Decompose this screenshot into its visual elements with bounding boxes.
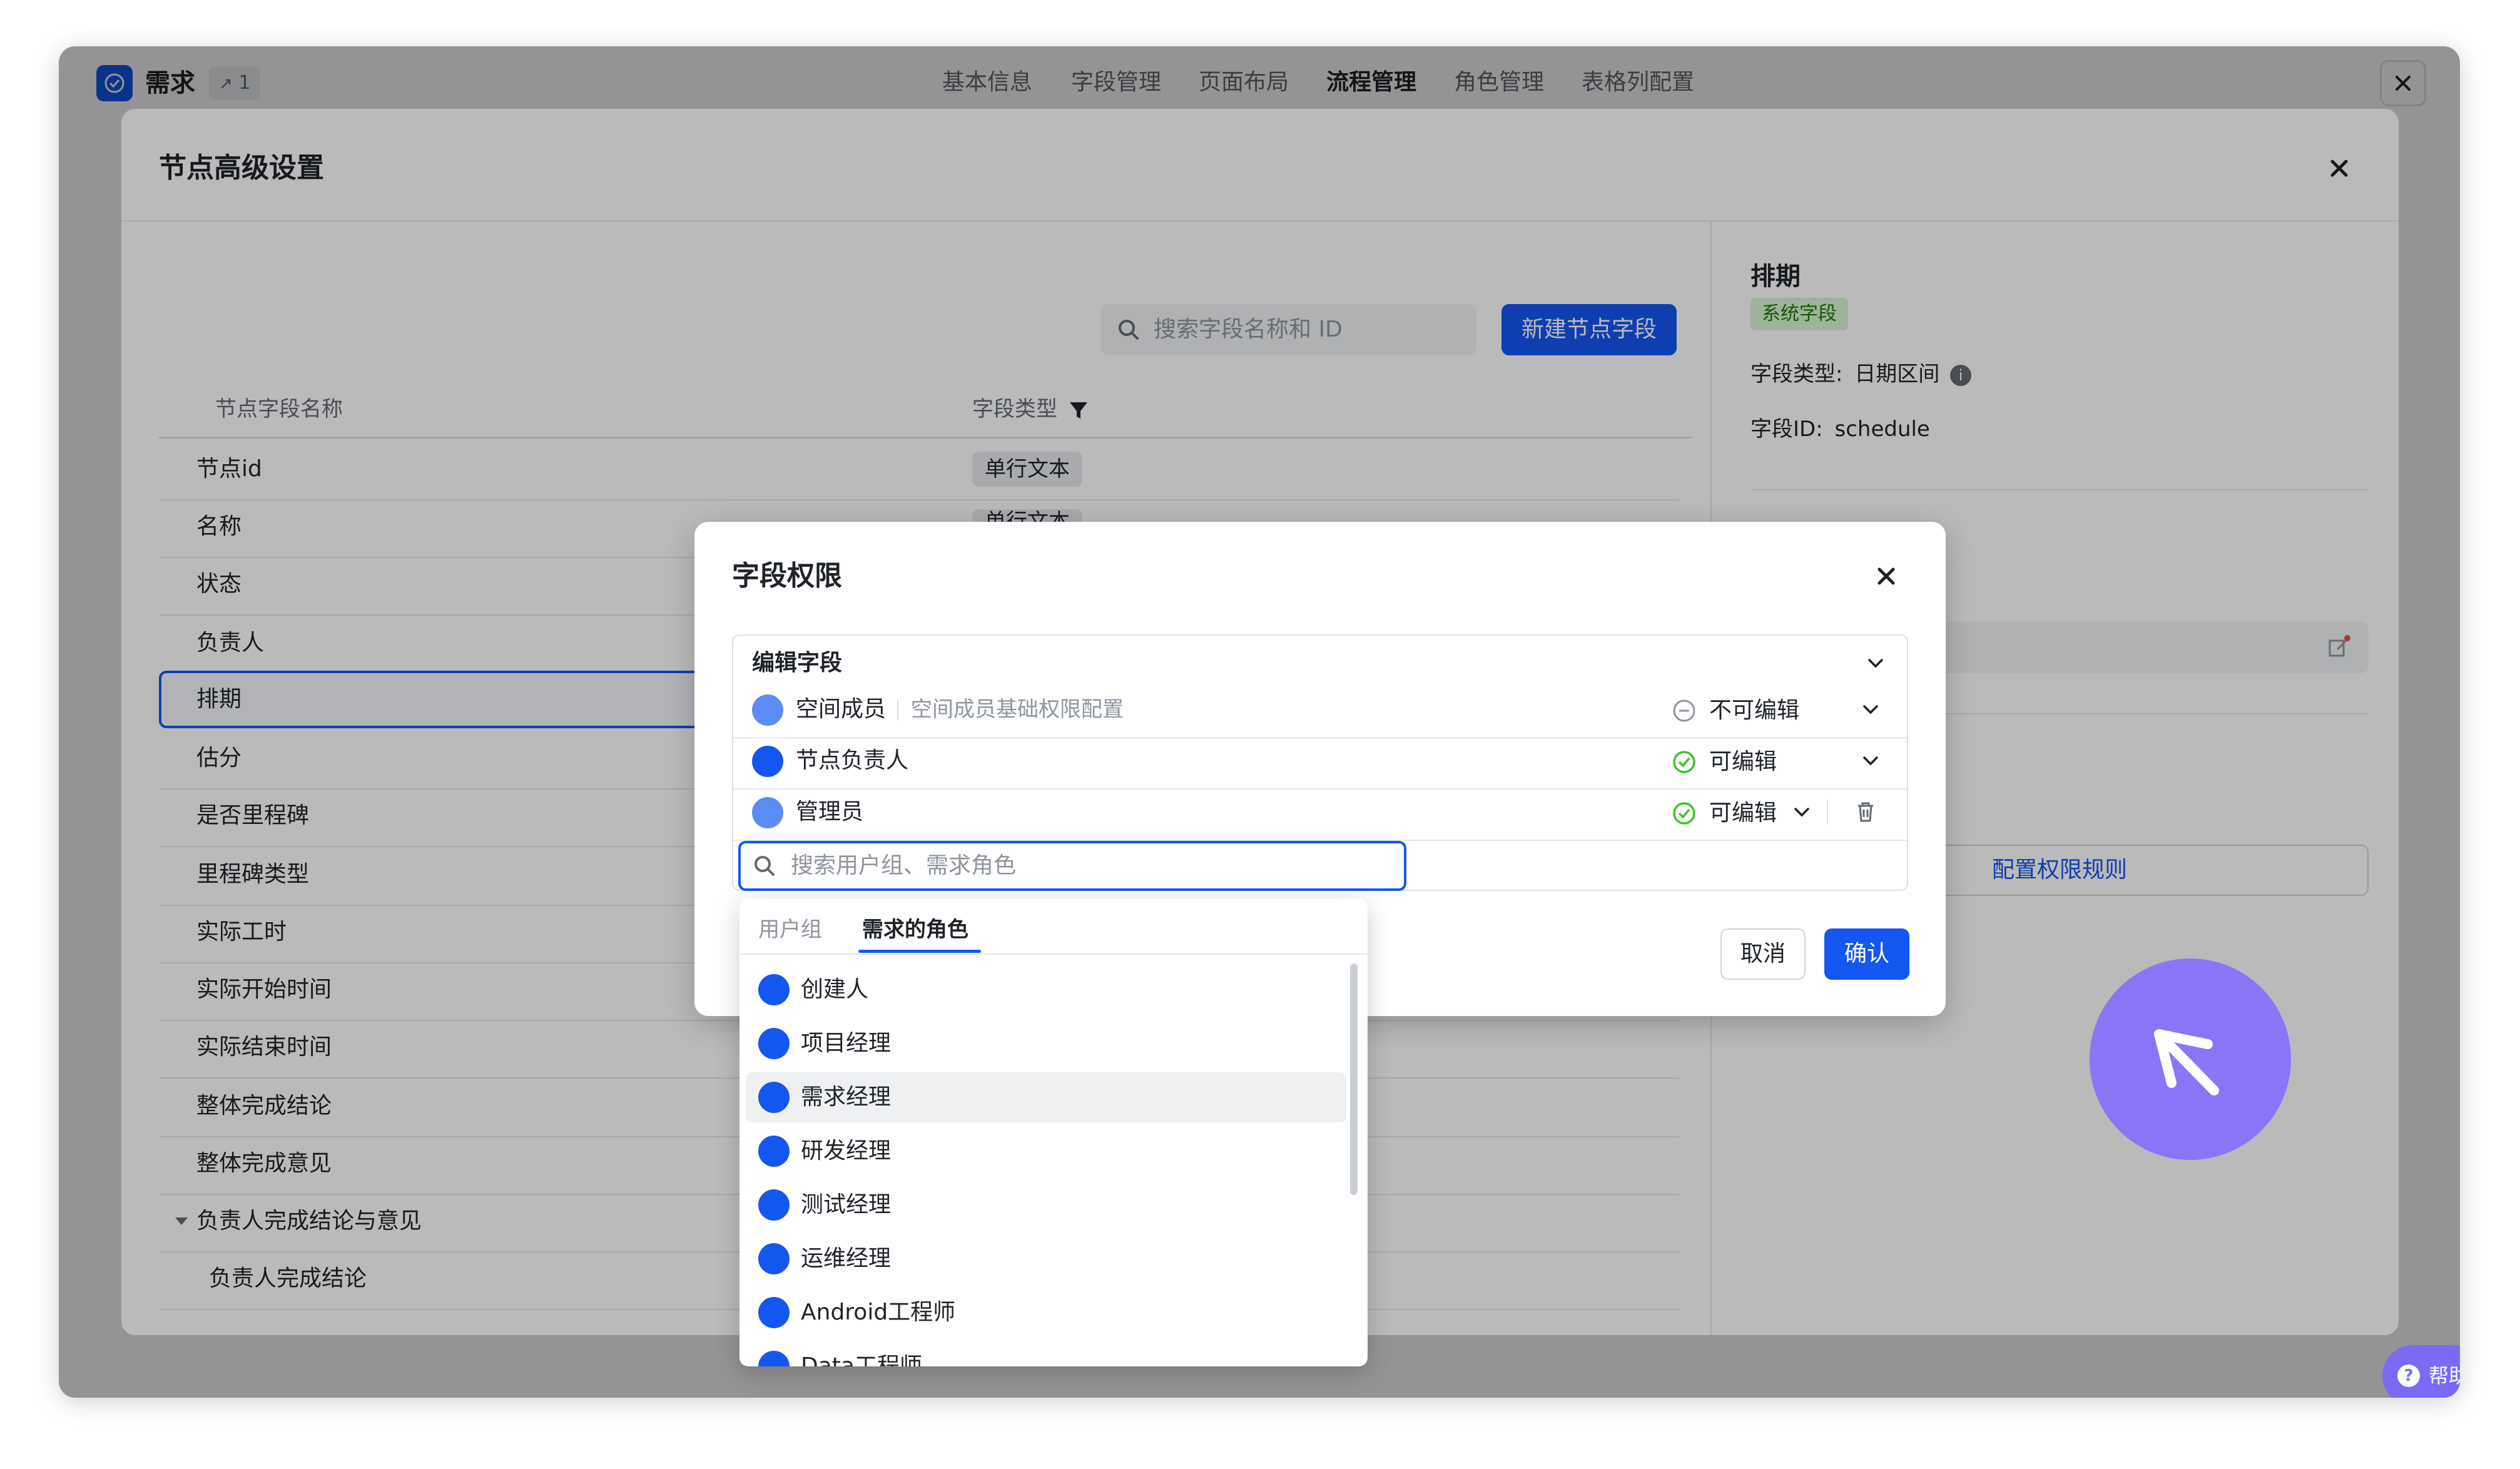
- role-option[interactable]: 创建人: [746, 965, 1346, 1015]
- role-option[interactable]: 研发经理: [746, 1126, 1346, 1176]
- role-icon: [758, 1351, 790, 1366]
- separator: [1827, 800, 1828, 825]
- trash-icon[interactable]: [1853, 800, 1878, 825]
- role-icon: [758, 1189, 790, 1221]
- entry-description: 空间成员基础权限配置: [911, 697, 1124, 722]
- role-option[interactable]: 测试经理: [746, 1180, 1346, 1230]
- role-option-hovered[interactable]: 需求经理: [746, 1072, 1346, 1122]
- question-icon: ?: [2397, 1365, 2420, 1387]
- dropdown-scrollbar[interactable]: [1350, 963, 1358, 1195]
- check-circle-icon: [1673, 802, 1695, 825]
- chevron-down-icon[interactable]: [1859, 698, 1882, 721]
- role-option-label: 项目经理: [801, 1030, 892, 1056]
- help-button[interactable]: ? 帮助: [2382, 1345, 2460, 1398]
- tab-divider: [739, 953, 1368, 955]
- role-option-label: Android工程师: [801, 1299, 956, 1325]
- user-group-icon: [752, 746, 783, 777]
- role-option[interactable]: Data工程师: [746, 1341, 1346, 1366]
- chevron-down-icon[interactable]: [1791, 801, 1813, 823]
- search-placeholder: 搜索用户组、需求角色: [791, 853, 1017, 878]
- role-option[interactable]: 项目经理: [746, 1019, 1346, 1069]
- active-tab-indicator: [858, 950, 981, 953]
- row-divider: [733, 788, 1907, 790]
- role-option-label: 测试经理: [801, 1192, 892, 1217]
- row-divider: [733, 737, 1907, 738]
- chevron-down-icon[interactable]: [1859, 750, 1882, 772]
- role-icon: [758, 1297, 790, 1328]
- entry-name: 空间成员: [796, 696, 887, 722]
- dialog-close-button[interactable]: [1871, 561, 1902, 592]
- tab-requirement-roles[interactable]: 需求的角色: [862, 911, 968, 948]
- role-picker-dropdown: 用户组 需求的角色 创建人 项目经理 需求经理 研发经理 测试经理 运维经理 A…: [739, 898, 1368, 1366]
- entry-name: 管理员: [796, 799, 864, 825]
- role-icon: [758, 1243, 790, 1274]
- cursor-indicator: [2090, 958, 2291, 1160]
- dialog-title: 字段权限: [732, 560, 842, 592]
- entry-status[interactable]: 不可编辑: [1709, 693, 1799, 728]
- tab-user-groups[interactable]: 用户组: [758, 911, 822, 948]
- chevron-down-icon[interactable]: [1864, 652, 1887, 674]
- help-label: 帮助: [2429, 1364, 2460, 1388]
- entry-status[interactable]: 可编辑: [1709, 796, 1777, 831]
- entry-name: 节点负责人: [796, 748, 909, 773]
- role-option-label: 研发经理: [801, 1138, 892, 1164]
- user-group-icon: [752, 694, 783, 726]
- confirm-button[interactable]: 确认: [1824, 928, 1909, 980]
- role-icon: [758, 1136, 790, 1167]
- disabled-circle-icon: [1673, 699, 1695, 722]
- role-option-label: 需求经理: [801, 1084, 892, 1110]
- role-option-label: 创建人: [801, 977, 869, 1002]
- edit-field-section-title: 编辑字段: [752, 650, 843, 676]
- role-option-label: Data工程师: [801, 1353, 922, 1366]
- entry-status[interactable]: 可编辑: [1709, 745, 1777, 780]
- close-icon: [1877, 567, 1895, 585]
- arrow-up-left-icon: [2154, 1029, 2219, 1095]
- role-option[interactable]: 运维经理: [746, 1234, 1346, 1284]
- user-group-icon: [752, 797, 783, 828]
- app-window: 需求 ↗ 1 基本信息 字段管理 页面布局 流程管理 角色管理 表格列配置 节点…: [59, 46, 2460, 1398]
- role-option-label: 运维经理: [801, 1246, 892, 1271]
- search-icon: [754, 856, 775, 876]
- cancel-button[interactable]: 取消: [1720, 928, 1806, 980]
- separator: [897, 699, 898, 721]
- role-search-input[interactable]: 搜索用户组、需求角色: [738, 841, 1406, 891]
- role-icon: [758, 1082, 790, 1113]
- role-icon: [758, 1028, 790, 1059]
- check-circle-icon: [1673, 751, 1695, 773]
- role-icon: [758, 974, 790, 1005]
- role-option[interactable]: Android工程师: [746, 1288, 1346, 1338]
